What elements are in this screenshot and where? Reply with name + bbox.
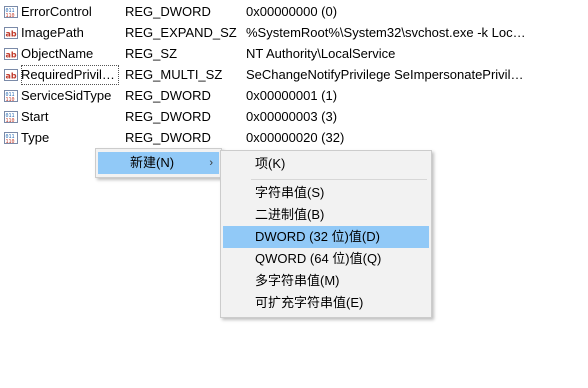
submenu-item-label: QWORD (64 位)值(Q)	[255, 251, 382, 266]
value-name: ServiceSidType	[21, 88, 112, 103]
submenu-item-label: 二进制值(B)	[255, 207, 325, 222]
submenu-item-label: 字符串值(S)	[255, 185, 325, 200]
registry-value-row[interactable]: 011 110 Start REG_DWORD 0x00000003 (3)	[0, 107, 588, 127]
svg-text:ab: ab	[6, 51, 17, 60]
value-data: NT Authority\LocalService	[246, 46, 396, 61]
chevron-right-icon: ›	[209, 157, 213, 169]
value-type: REG_MULTI_SZ	[125, 67, 223, 82]
submenu-item-expandable-string-value[interactable]: 可扩充字符串值(E)	[223, 292, 429, 314]
submenu-item-key[interactable]: 项(K)	[223, 153, 429, 175]
value-name: ErrorControl	[21, 4, 92, 19]
value-type: REG_DWORD	[125, 109, 211, 124]
value-type: REG_DWORD	[125, 88, 211, 103]
value-data: 0x00000003 (3)	[246, 109, 338, 124]
submenu-item-binary-value[interactable]: 二进制值(B)	[223, 204, 429, 226]
new-submenu: 项(K) 字符串值(S) 二进制值(B) DWORD (32 位)值(D) QW…	[220, 150, 432, 318]
value-data: 0x00000001 (1)	[246, 88, 338, 103]
submenu-item-label: 可扩充字符串值(E)	[255, 295, 364, 310]
registry-value-row-focused[interactable]: ab RequiredPrivile… REG_MULTI_SZ SeChang…	[0, 65, 588, 85]
svg-text:ab: ab	[6, 72, 17, 81]
value-type: REG_DWORD	[125, 130, 211, 145]
svg-text:110: 110	[6, 13, 15, 19]
registry-value-row[interactable]: 011 110 ErrorControl REG_DWORD 0x0000000…	[0, 2, 588, 22]
value-type: REG_EXPAND_SZ	[125, 25, 237, 40]
menu-item-new[interactable]: 新建(N) ›	[98, 152, 219, 174]
context-menu: 新建(N) ›	[95, 148, 222, 178]
reg-dword-icon: 011 110	[4, 89, 18, 103]
value-data: %SystemRoot%\System32\svchost.exe -k Loc…	[246, 25, 526, 40]
menu-separator	[251, 179, 427, 180]
value-name: Type	[21, 130, 50, 145]
value-type: REG_SZ	[125, 46, 178, 61]
svg-text:110: 110	[6, 118, 15, 124]
reg-string-icon: ab	[4, 47, 18, 61]
submenu-item-qword-value[interactable]: QWORD (64 位)值(Q)	[223, 248, 429, 270]
submenu-item-dword-value[interactable]: DWORD (32 位)值(D)	[223, 226, 429, 248]
reg-string-icon: ab	[4, 26, 18, 40]
registry-value-row[interactable]: 011 110 Type REG_DWORD 0x00000020 (32)	[0, 128, 588, 148]
value-type: REG_DWORD	[125, 4, 211, 19]
reg-dword-icon: 011 110	[4, 5, 18, 19]
value-data: 0x00000000 (0)	[246, 4, 338, 19]
submenu-item-label: 项(K)	[255, 156, 286, 171]
value-name: Start	[21, 109, 49, 124]
submenu-item-string-value[interactable]: 字符串值(S)	[223, 182, 429, 204]
reg-dword-icon: 011 110	[4, 110, 18, 124]
registry-value-row[interactable]: ab ObjectName REG_SZ NT Authority\LocalS…	[0, 44, 588, 64]
svg-text:110: 110	[6, 97, 15, 103]
registry-value-row[interactable]: 011 110 ServiceSidType REG_DWORD 0x00000…	[0, 86, 588, 106]
submenu-item-label: DWORD (32 位)值(D)	[255, 229, 380, 244]
svg-text:ab: ab	[6, 30, 17, 39]
value-name: RequiredPrivile…	[21, 65, 119, 85]
submenu-item-multi-string-value[interactable]: 多字符串值(M)	[223, 270, 429, 292]
reg-string-icon: ab	[4, 68, 18, 82]
reg-dword-icon: 011 110	[4, 131, 18, 145]
value-name: ObjectName	[21, 46, 94, 61]
registry-value-row[interactable]: ab ImagePath REG_EXPAND_SZ %SystemRoot%\…	[0, 23, 588, 43]
svg-text:110: 110	[6, 139, 15, 145]
value-name: ImagePath	[21, 25, 84, 40]
menu-item-new-label: 新建(N)	[130, 155, 175, 170]
value-data: SeChangeNotifyPrivilege SeImpersonatePri…	[246, 67, 524, 82]
value-data: 0x00000020 (32)	[246, 130, 345, 145]
submenu-item-label: 多字符串值(M)	[255, 273, 340, 288]
